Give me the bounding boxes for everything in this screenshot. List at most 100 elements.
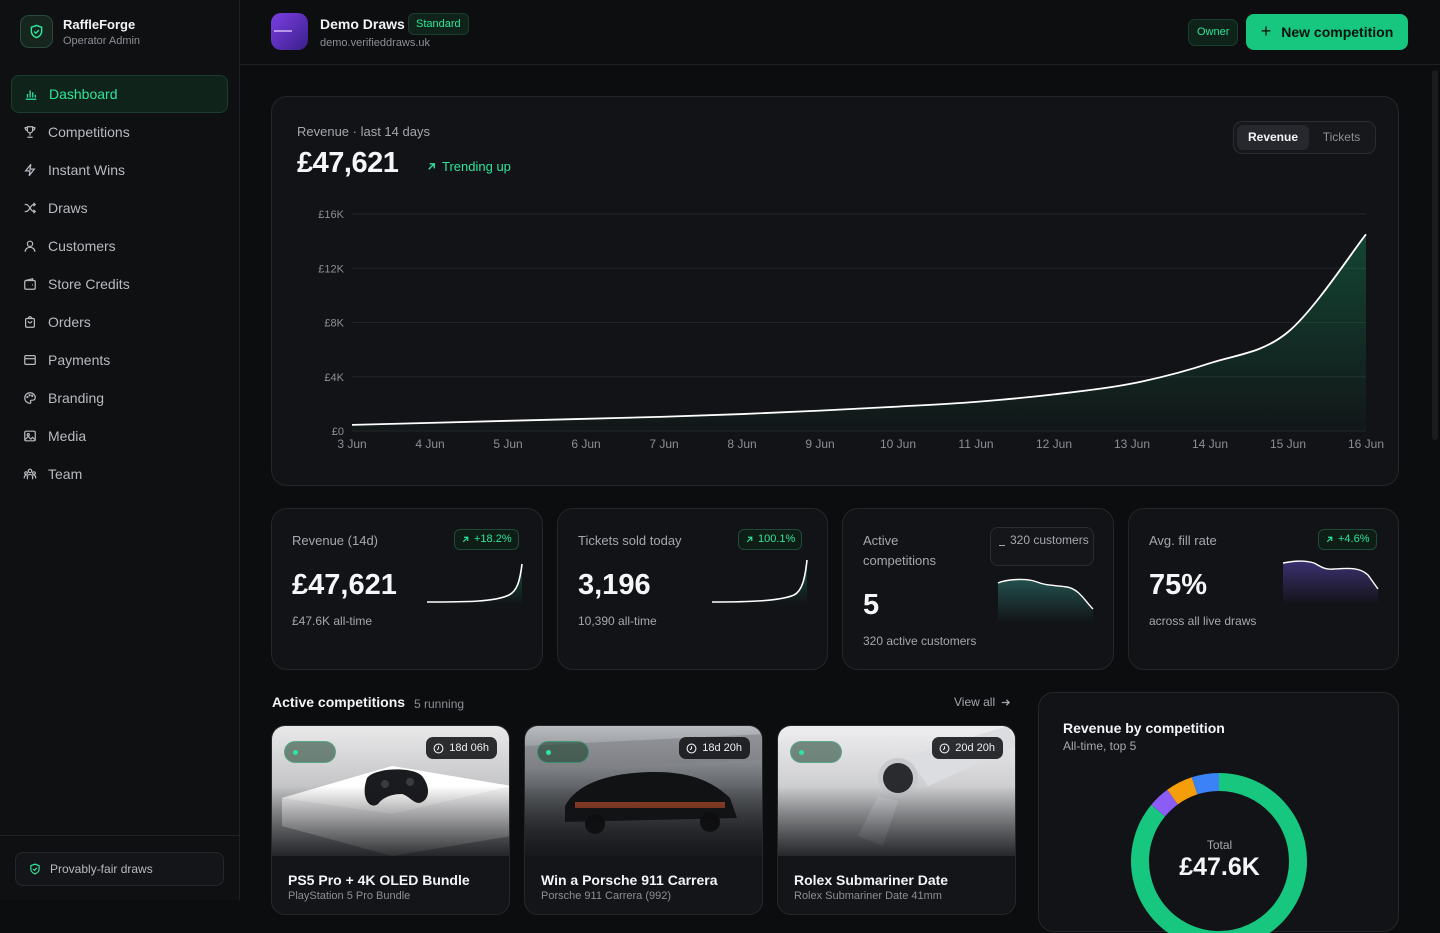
countdown-badge: 18d 20h [679,737,750,759]
x-tick-label: 6 Jun [571,437,600,451]
delta-badge: 100.1% [738,529,802,550]
arrow-up-right-icon [1325,535,1334,544]
sidebar-item-label: Customers [48,238,116,254]
arrow-up-right-icon [461,535,470,544]
customers-badge: 320 customers [990,527,1094,566]
sidebar-item-dashboard[interactable]: Dashboard [11,75,228,113]
y-tick-label: £16K [318,209,344,221]
stat-subtext: across all live draws [1149,614,1256,628]
provably-fair-badge[interactable]: Provably-fair draws [15,852,224,886]
section-title: Active competitions [272,694,405,710]
team-icon [23,467,37,481]
sidebar-footer: Provably-fair draws [0,835,239,900]
clock-icon [939,743,950,754]
sidebar-item-instant-wins[interactable]: Instant Wins [11,151,228,189]
sidebar: RaffleForge Operator Admin Dashboard Com… [0,0,240,900]
sidebar-item-orders[interactable]: Orders [11,303,228,341]
competition-title: PS5 Pro + 4K OLED Bundle [288,872,470,888]
shuffle-icon [23,201,37,215]
donut-total-label: Total [1039,838,1400,852]
sidebar-item-team[interactable]: Team [11,455,228,493]
x-tick-label: 4 Jun [415,437,444,451]
x-tick-label: 16 Jun [1348,437,1384,451]
stat-label: Avg. fill rate [1149,531,1217,551]
y-tick-label: £4K [324,372,344,384]
org-avatar[interactable] [271,13,308,50]
stat-label: Active competitions [863,531,973,571]
delta-value: +4.6% [1338,530,1370,549]
stat-value: £47,621 [292,569,397,602]
donut-segment[interactable] [1158,797,1172,811]
countdown-value: 20d 20h [955,737,995,759]
user-icon [23,239,37,253]
countdown-badge: 20d 20h [932,737,1003,759]
sidebar-item-draws[interactable]: Draws [11,189,228,227]
sidebar-item-competitions[interactable]: Competitions [11,113,228,151]
x-tick-label: 3 Jun [337,437,366,451]
scrollbar[interactable] [1432,70,1438,440]
sidebar-item-label: Orders [48,314,91,330]
stat-value: 5 [863,589,879,622]
competitions-sparkline [997,575,1095,623]
stat-subtext: 10,390 all-time [578,614,657,628]
view-all-label: View all [954,695,995,709]
brand[interactable]: RaffleForge Operator Admin [20,15,140,48]
new-competition-button[interactable]: + New competition [1246,14,1408,50]
customers-badge-label: 320 customers [1010,533,1089,547]
org-name[interactable]: Demo Draws [320,16,405,32]
sidebar-item-label: Instant Wins [48,162,125,178]
x-tick-label: 12 Jun [1036,437,1072,451]
sidebar-item-label: Team [48,466,82,482]
competition-subtitle: Rolex Submariner Date 41mm [794,890,942,902]
x-tick-label: 14 Jun [1192,437,1228,451]
x-tick-label: 7 Jun [649,437,678,451]
stat-subtext: £47.6K all-time [292,614,372,628]
shield-check-icon [29,863,41,875]
donut-segment[interactable] [1195,782,1219,786]
new-competition-label: New competition [1281,24,1393,40]
countdown-value: 18d 06h [449,737,489,759]
competition-title: Rolex Submariner Date [794,872,948,888]
sidebar-item-branding[interactable]: Branding [11,379,228,417]
sidebar-item-store-credits[interactable]: Store Credits [11,265,228,303]
delta-badge: +18.2% [454,529,519,550]
x-tick-label: 9 Jun [805,437,834,451]
x-tick-label: 15 Jun [1270,437,1306,451]
clock-icon [686,743,697,754]
sidebar-item-customers[interactable]: Customers [11,227,228,265]
stat-value: 3,196 [578,569,651,602]
competition-card[interactable]: 20d 20h Rolex Submariner Date Rolex Subm… [777,725,1016,915]
image-icon [23,429,37,443]
stat-value: 75% [1149,569,1207,602]
delta-value: 100.1% [758,530,795,549]
brand-name: RaffleForge [63,17,140,32]
sidebar-item-media[interactable]: Media [11,417,228,455]
revenue-area-chart: £0£4K£8K£12K£16K3 Jun4 Jun5 Jun6 Jun7 Ju… [272,97,1400,487]
plus-icon: + [1261,21,1272,42]
delta-value: +18.2% [474,530,512,549]
wallet-icon [23,277,37,291]
sidebar-item-payments[interactable]: Payments [11,341,228,379]
arrow-up-right-icon [745,535,754,544]
org-url[interactable]: demo.verifieddraws.uk [320,37,430,49]
fill-rate-sparkline [1282,557,1380,605]
stat-label: Tickets sold today [578,531,682,551]
stat-label: Revenue (14d) [292,531,378,551]
competition-card[interactable]: 18d 20h Win a Porsche 911 Carrera Porsch… [524,725,763,915]
view-all-link[interactable]: View all [954,695,1011,709]
sidebar-item-label: Media [48,428,86,444]
bar-chart-icon [24,87,38,101]
sidebar-item-label: Draws [48,200,88,216]
stat-card-fill-rate: Avg. fill rate +4.6% 75% across all live… [1128,508,1399,670]
revenue-chart-card: Revenue · last 14 days £47,621 Trending … [271,96,1399,486]
stat-subtext: 320 active customers [863,634,976,648]
competition-subtitle: PlayStation 5 Pro Bundle [288,890,410,902]
trophy-icon [23,125,37,139]
delta-badge: +4.6% [1318,529,1377,550]
x-tick-label: 13 Jun [1114,437,1150,451]
palette-icon [23,391,37,405]
competition-card[interactable]: 18d 06h PS5 Pro + 4K OLED Bundle PlaySta… [271,725,510,915]
stat-card-active-competitions: Active competitions 320 customers 5 320 … [842,508,1114,670]
plan-badge: Standard [408,13,469,35]
donut-segment[interactable] [1173,786,1195,797]
